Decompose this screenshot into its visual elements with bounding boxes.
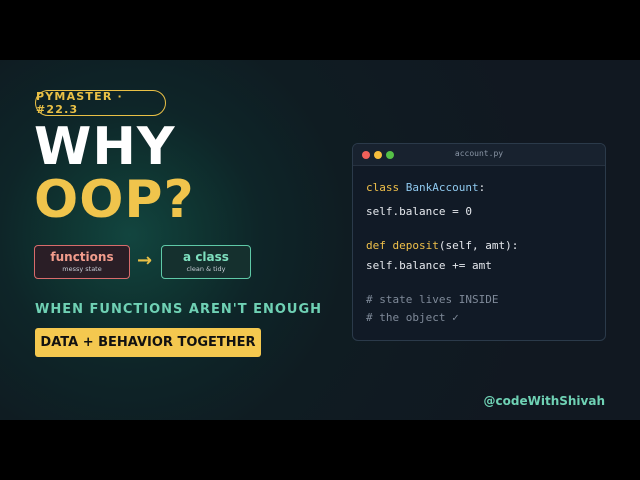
code-keyword: def bbox=[366, 239, 386, 252]
code-keyword: class bbox=[366, 181, 400, 194]
title-line-2: OOP? bbox=[34, 170, 195, 230]
code-filename: account.py bbox=[454, 149, 504, 158]
author-handle: @codeWithShivah bbox=[483, 394, 605, 408]
code-window-titlebar: account.py bbox=[353, 144, 605, 166]
code-line-2: self.balance = 0 bbox=[366, 205, 472, 218]
functions-label: functions bbox=[50, 250, 114, 264]
code-line-3: def deposit(self, amt): bbox=[366, 239, 518, 252]
functions-box: functions messy state bbox=[34, 245, 130, 279]
code-function-name: deposit bbox=[392, 239, 439, 252]
title-line-1: WHY bbox=[34, 117, 176, 177]
code-text: : bbox=[478, 181, 486, 194]
arrow-right-icon: → bbox=[137, 250, 153, 271]
class-label: a class bbox=[183, 250, 229, 264]
code-class-name: BankAccount bbox=[405, 181, 479, 194]
code-line-5: # state lives INSIDE bbox=[366, 293, 499, 306]
code-line-4: self.balance += amt bbox=[366, 259, 492, 272]
code-window: account.py class BankAccount: self.balan… bbox=[352, 143, 606, 341]
highlight-pill: DATA + BEHAVIOR TOGETHER bbox=[35, 328, 261, 357]
class-box: a class clean & tidy bbox=[161, 245, 251, 279]
code-line-1: class BankAccount: bbox=[366, 181, 485, 194]
class-sublabel: clean & tidy bbox=[186, 265, 226, 273]
functions-sublabel: messy state bbox=[62, 265, 102, 273]
thumbnail-canvas: PYMASTER · #22.3 WHY OOP? functions mess… bbox=[0, 60, 640, 420]
code-line-6: # the object ✓ bbox=[366, 311, 459, 324]
code-text: (self, amt): bbox=[438, 239, 519, 252]
subtitle: WHEN FUNCTIONS AREN'T ENOUGH bbox=[35, 302, 323, 317]
series-badge: PYMASTER · #22.3 bbox=[35, 90, 166, 116]
